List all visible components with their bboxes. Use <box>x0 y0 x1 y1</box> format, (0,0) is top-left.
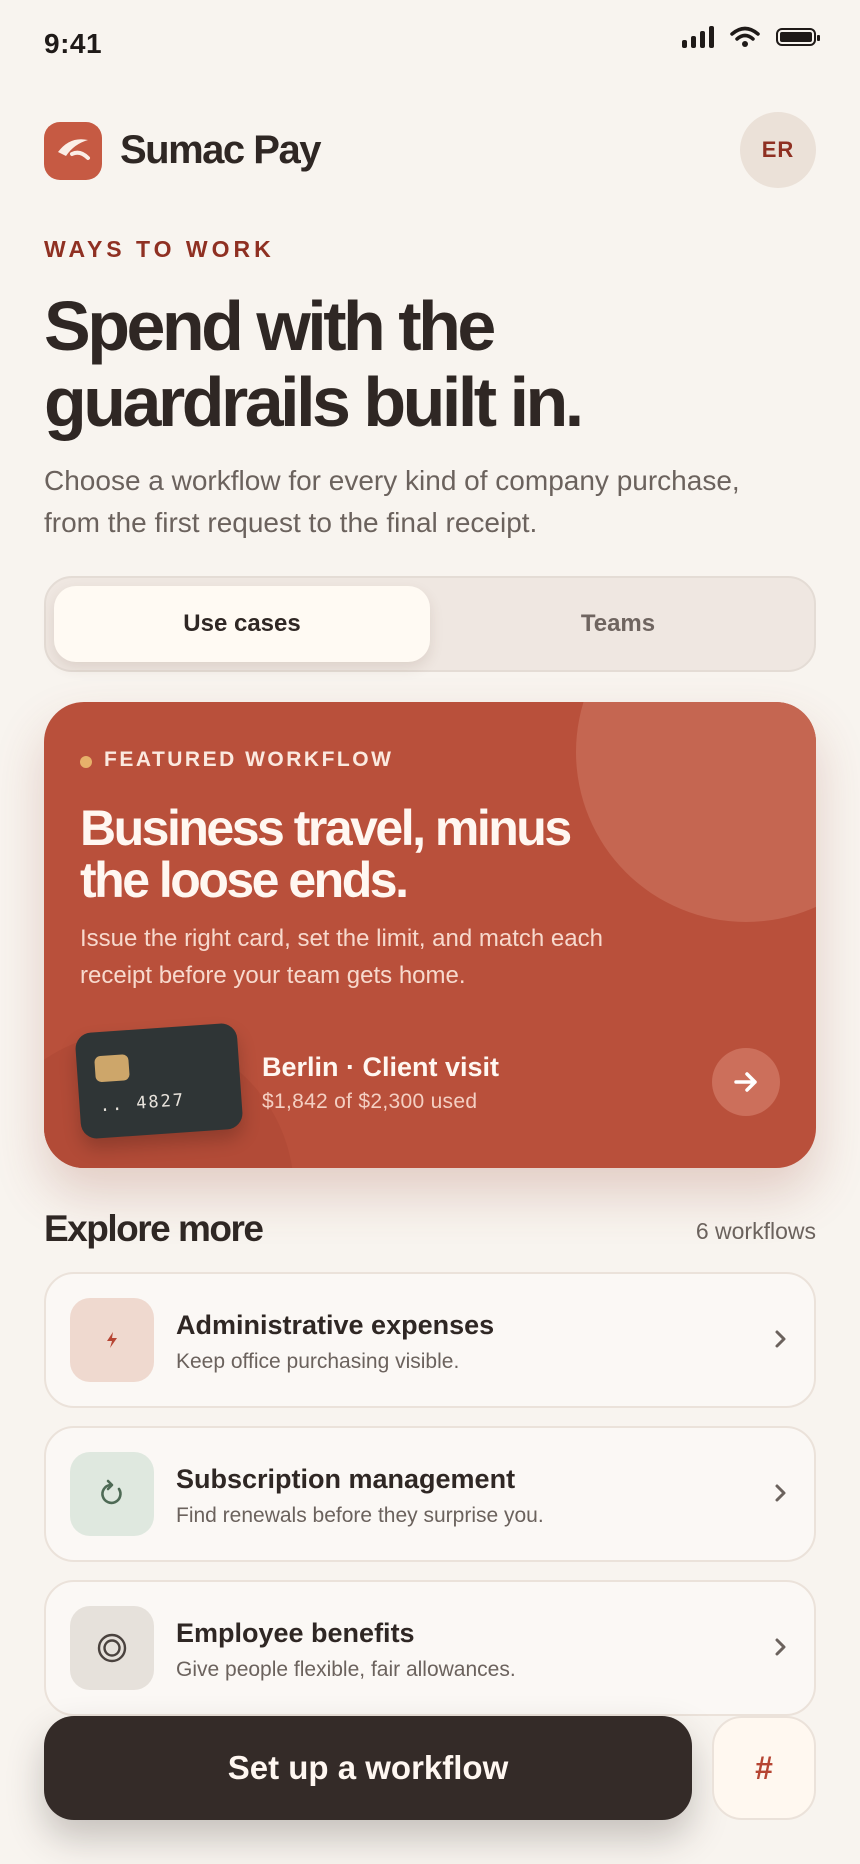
brand-logo <box>44 122 102 180</box>
hash-button[interactable]: # <box>712 1716 816 1820</box>
chevron-right-icon <box>775 1484 786 1502</box>
status-time: 9:41 <box>44 28 103 59</box>
list-item-subscription-management[interactable]: Subscription management Find renewals be… <box>44 1426 816 1562</box>
tab-switcher: Use cases Teams <box>44 576 816 672</box>
target-icon <box>70 1606 154 1690</box>
chevron-right-icon <box>775 1330 786 1348</box>
open-featured-button[interactable] <box>712 1048 780 1116</box>
featured-description: Issue the right card, set the limit, and… <box>80 925 603 989</box>
featured-label: FEATURED WORKFLOW <box>104 748 394 771</box>
trip-title: Berlin · Client visit <box>262 1052 500 1082</box>
page-title: Spend with the guardrails built in. <box>44 287 584 441</box>
list-item-title: Subscription management <box>176 1464 516 1494</box>
trip-usage: $1,842 of $2,300 used <box>262 1090 478 1113</box>
avatar[interactable]: ER <box>740 112 816 188</box>
card-number: .. 4827 <box>98 1090 186 1117</box>
list-item-title: Employee benefits <box>176 1618 415 1648</box>
section-title: Explore more <box>44 1208 264 1249</box>
set-up-workflow-button[interactable]: Set up a workflow <box>44 1716 692 1820</box>
chevron-right-icon <box>775 1638 786 1656</box>
decorative-circle <box>576 702 816 922</box>
featured-title: Business travel, minus the loose ends. <box>80 800 572 908</box>
list-item-employee-benefits[interactable]: Employee benefits Give people flexible, … <box>44 1580 816 1716</box>
refresh-icon <box>70 1452 154 1536</box>
card-chip-icon <box>94 1054 130 1083</box>
list-item-title: Administrative expenses <box>176 1310 495 1340</box>
tab-teams[interactable]: Teams <box>430 586 806 662</box>
arrow-right-icon <box>734 1072 757 1092</box>
list-item-subtitle: Give people flexible, fair allowances. <box>176 1658 516 1681</box>
page-subtitle: Choose a workflow for every kind of comp… <box>44 465 740 538</box>
list-item-subtitle: Find renewals before they surprise you. <box>176 1504 544 1527</box>
cellular-signal-icon <box>682 26 714 48</box>
tab-use-cases[interactable]: Use cases <box>54 586 430 662</box>
wifi-icon <box>730 26 760 47</box>
status-icons <box>682 26 820 48</box>
battery-icon <box>776 28 820 46</box>
featured-dot-icon <box>80 756 92 768</box>
payment-card-illustration: .. 4827 <box>74 1022 244 1140</box>
brand-name: Sumac Pay <box>120 128 321 172</box>
featured-workflow-card[interactable]: FEATURED WORKFLOW Business travel, minus… <box>44 702 816 1168</box>
section-eyebrow: WAYS TO WORK <box>44 236 275 262</box>
brand-mark-icon <box>58 139 90 160</box>
list-item-subtitle: Keep office purchasing visible. <box>176 1350 460 1373</box>
bolt-icon <box>70 1298 154 1382</box>
list-item-administrative-expenses[interactable]: Administrative expenses Keep office purc… <box>44 1272 816 1408</box>
workflow-count: 6 workflows <box>695 1218 816 1244</box>
